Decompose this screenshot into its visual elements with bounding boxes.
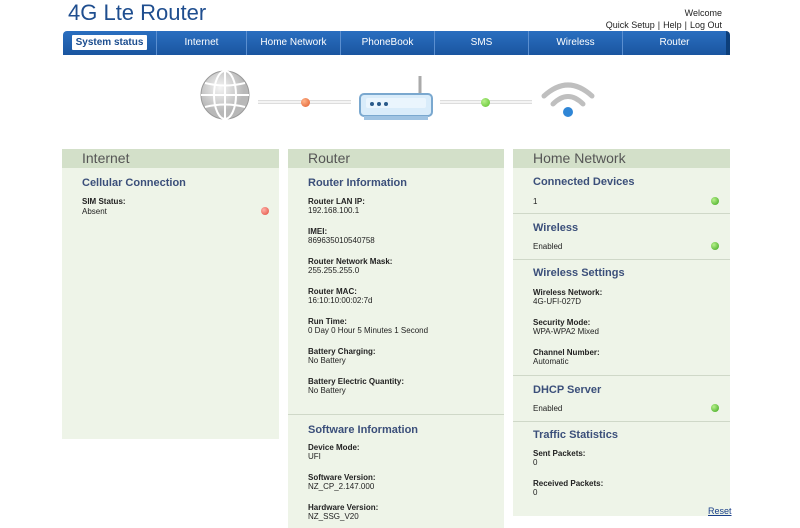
network-diagram bbox=[0, 62, 800, 142]
field-label: Router MAC: bbox=[308, 287, 357, 296]
field-label: Wireless Network: bbox=[533, 288, 603, 297]
dhcp-value: Enabled bbox=[533, 404, 563, 413]
field-value: 0 bbox=[533, 458, 538, 467]
top-links: Quick Setup | Help | Log Out bbox=[606, 20, 722, 30]
sim-status-indicator bbox=[261, 207, 269, 215]
field-value: 0 bbox=[533, 488, 538, 497]
field-value: 0 Day 0 Hour 5 Minutes 1 Second bbox=[308, 326, 429, 335]
internet-link-dot bbox=[301, 98, 310, 107]
home-network-panel: Home Network Connected Devices 1 Wireles… bbox=[513, 149, 730, 516]
field-label: Software Version: bbox=[308, 473, 376, 482]
welcome-text: Welcome bbox=[684, 8, 722, 18]
link-separator: | bbox=[684, 20, 687, 30]
field-label: Run Time: bbox=[308, 317, 347, 326]
field-value: Automatic bbox=[533, 357, 569, 366]
field-label: Device Mode: bbox=[308, 443, 360, 452]
router-icon bbox=[359, 76, 433, 120]
help-link[interactable]: Help bbox=[663, 20, 682, 30]
field-label: Router LAN IP: bbox=[308, 197, 365, 206]
field-value: 4G-UFI-027D bbox=[533, 297, 582, 306]
field-value: WPA-WPA2 Mixed bbox=[533, 327, 599, 336]
router-panel: Router Router Information Router LAN IP:… bbox=[288, 149, 504, 528]
section-title: Connected Devices bbox=[533, 176, 635, 188]
internet-panel: Internet Cellular Connection SIM Status:… bbox=[62, 149, 279, 439]
section-divider bbox=[513, 259, 730, 260]
tab-home-network[interactable]: Home Network bbox=[246, 31, 340, 55]
page-title: 4G Lte Router bbox=[68, 0, 207, 25]
globe-icon bbox=[200, 70, 250, 120]
reset-link[interactable]: Reset bbox=[708, 506, 732, 516]
field-label: IMEI: bbox=[308, 227, 328, 236]
section-title: Traffic Statistics bbox=[533, 429, 618, 441]
field-label: Channel Number: bbox=[533, 348, 600, 357]
main-nav: System status Internet Home Network Phon… bbox=[63, 31, 730, 55]
field-value: No Battery bbox=[308, 356, 346, 365]
dhcp-status-indicator bbox=[711, 404, 719, 412]
field-value: UFI bbox=[308, 452, 321, 461]
connected-devices-value: 1 bbox=[533, 197, 538, 206]
section-divider bbox=[513, 421, 730, 422]
router-link-dot bbox=[481, 98, 490, 107]
connected-status-indicator bbox=[711, 197, 719, 205]
field-label: Sent Packets: bbox=[533, 449, 586, 458]
section-title: Wireless Settings bbox=[533, 267, 625, 279]
panel-heading: Router bbox=[288, 149, 504, 168]
tab-router[interactable]: Router bbox=[622, 31, 726, 55]
quick-setup-link[interactable]: Quick Setup bbox=[606, 20, 655, 30]
section-divider bbox=[288, 414, 504, 415]
field-label: Hardware Version: bbox=[308, 503, 379, 512]
field-label: Router Network Mask: bbox=[308, 257, 393, 266]
section-title: DHCP Server bbox=[533, 384, 602, 396]
tab-sms[interactable]: SMS bbox=[434, 31, 528, 55]
field-value: No Battery bbox=[308, 386, 346, 395]
sim-status-value: Absent bbox=[82, 207, 107, 216]
section-divider bbox=[513, 375, 730, 376]
section-title: Cellular Connection bbox=[82, 177, 186, 189]
section-divider bbox=[513, 213, 730, 214]
tab-phonebook[interactable]: PhoneBook bbox=[340, 31, 434, 55]
panel-heading: Home Network bbox=[513, 149, 730, 168]
logout-link[interactable]: Log Out bbox=[690, 20, 722, 30]
field-value: 192.168.100.1 bbox=[308, 206, 360, 215]
sim-status-label: SIM Status: bbox=[82, 197, 126, 206]
wireless-status-indicator bbox=[711, 242, 719, 250]
field-value: 255.255.255.0 bbox=[308, 266, 360, 275]
field-label: Battery Electric Quantity: bbox=[308, 377, 405, 386]
section-title: Router Information bbox=[308, 177, 407, 189]
section-title: Software Information bbox=[308, 424, 419, 436]
field-label: Security Mode: bbox=[533, 318, 591, 327]
field-value: 16:10:10:00:02:7d bbox=[308, 296, 373, 305]
panel-heading: Internet bbox=[62, 149, 279, 168]
wireless-value: Enabled bbox=[533, 242, 563, 251]
field-value: 869635010540758 bbox=[308, 236, 375, 245]
field-value: NZ_SSG_V20 bbox=[308, 512, 359, 521]
field-value: NZ_CP_2.147.000 bbox=[308, 482, 375, 491]
wifi-icon bbox=[541, 82, 595, 117]
section-title: Wireless bbox=[533, 222, 579, 234]
tab-internet[interactable]: Internet bbox=[156, 31, 246, 55]
link-separator: | bbox=[657, 20, 661, 30]
field-label: Received Packets: bbox=[533, 479, 604, 488]
tab-wireless[interactable]: Wireless bbox=[528, 31, 622, 55]
field-label: Battery Charging: bbox=[308, 347, 376, 356]
tab-system-status[interactable]: System status bbox=[63, 31, 156, 55]
